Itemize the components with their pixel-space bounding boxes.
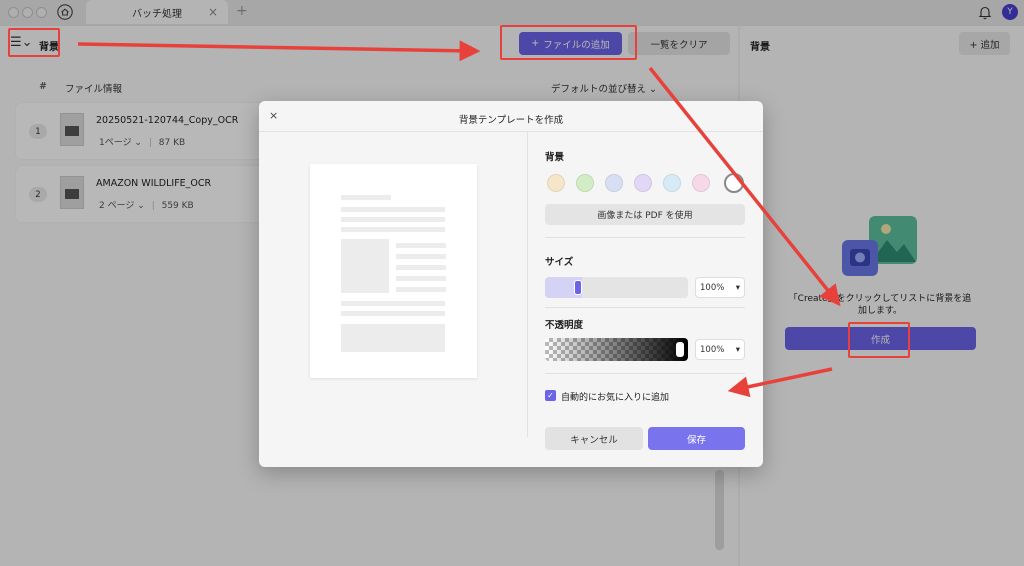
size-slider[interactable] (545, 277, 688, 298)
color-swatch[interactable] (576, 174, 594, 192)
color-swatch[interactable] (634, 174, 652, 192)
opacity-slider-handle[interactable] (676, 342, 684, 357)
template-preview (310, 164, 477, 378)
chevron-down-icon: ▾ (735, 282, 740, 293)
divider (259, 131, 763, 132)
divider (545, 307, 745, 308)
chevron-down-icon: ▾ (735, 344, 740, 355)
use-image-or-pdf-button[interactable]: 画像または PDF を使用 (545, 204, 745, 225)
background-label: 背景 (545, 152, 565, 163)
auto-favorite-checkbox[interactable]: ✓ (545, 390, 556, 401)
size-slider-handle[interactable] (574, 280, 582, 295)
opacity-percent-select[interactable]: 100% ▾ (695, 339, 745, 360)
divider (527, 131, 528, 437)
size-percent-value: 100% (700, 282, 725, 293)
opacity-label: 不透明度 (545, 320, 584, 331)
dialog-title: 背景テンプレートを作成 (458, 115, 564, 126)
annotation-highlight-add-file (500, 25, 637, 60)
color-swatch[interactable] (605, 174, 623, 192)
cancel-button[interactable]: キャンセル (545, 427, 643, 450)
size-percent-select[interactable]: 100% ▾ (695, 277, 745, 298)
color-swatch[interactable] (663, 174, 681, 192)
annotation-highlight-mode (8, 28, 60, 57)
size-label: サイズ (545, 257, 574, 268)
color-swatch[interactable] (692, 174, 710, 192)
annotation-highlight-create (848, 322, 910, 358)
save-button[interactable]: 保存 (648, 427, 745, 450)
divider (545, 237, 745, 238)
swatch-none[interactable] (724, 173, 744, 193)
divider (545, 373, 745, 374)
image-placeholder-icon (341, 239, 389, 293)
opacity-percent-value: 100% (700, 344, 725, 355)
opacity-slider[interactable] (545, 338, 688, 361)
create-background-template-dialog: × 背景テンプレートを作成 背景 画像または PDF を使用 サイズ 100% … (259, 101, 763, 467)
color-swatch[interactable] (547, 174, 565, 192)
auto-favorite-label: 自動的にお気に入りに追加 (561, 393, 670, 403)
